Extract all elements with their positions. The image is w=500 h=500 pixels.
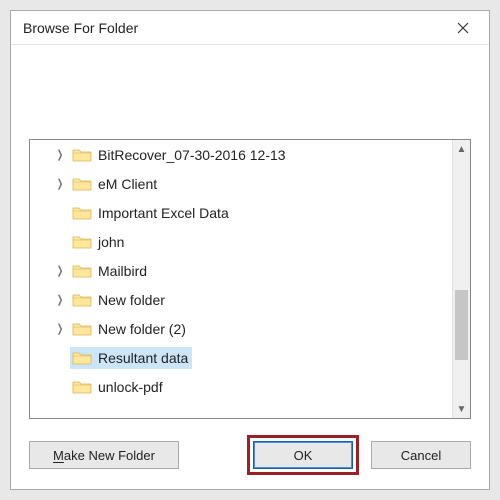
browse-for-folder-dialog: Browse For Folder ❯ BitRecover_07-30-2016… <box>10 10 490 490</box>
folder-icon <box>72 176 92 192</box>
titlebar: Browse For Folder <box>11 11 489 45</box>
folder-icon <box>72 379 92 395</box>
tree-item[interactable]: Important Excel Data <box>32 198 452 227</box>
folder-icon <box>72 205 92 221</box>
tree-item-label: unlock-pdf <box>98 379 163 395</box>
tree-item[interactable]: ❯ BitRecover_07-30-2016 12-13 <box>32 140 452 169</box>
folder-tree-list[interactable]: ❯ BitRecover_07-30-2016 12-13 ❯ eM Client Im… <box>30 140 452 418</box>
tree-item-label: Mailbird <box>98 263 147 279</box>
scroll-up-arrow-icon[interactable]: ▲ <box>453 140 470 158</box>
tree-item-label: Important Excel Data <box>98 205 229 221</box>
tree-item-label: Resultant data <box>98 350 188 366</box>
tree-item-label: BitRecover_07-30-2016 12-13 <box>98 147 286 163</box>
folder-icon <box>72 292 92 308</box>
make-new-folder-button[interactable]: Make New Folder <box>29 441 179 469</box>
tree-item[interactable]: ❯ New folder <box>32 285 452 314</box>
tree-item-label: john <box>98 234 124 250</box>
tree-item[interactable]: Resultant data <box>32 343 452 372</box>
tree-item-label: New folder (2) <box>98 321 186 337</box>
expander-icon[interactable]: ❯ <box>53 256 67 285</box>
tree-item[interactable]: ❯ New folder (2) <box>32 314 452 343</box>
expander-icon[interactable]: ❯ <box>53 285 67 314</box>
tree-item[interactable]: ❯ eM Client <box>32 169 452 198</box>
close-icon <box>457 22 469 34</box>
folder-icon <box>72 147 92 163</box>
tree-item[interactable]: unlock-pdf <box>32 372 452 401</box>
tree-item[interactable]: john <box>32 227 452 256</box>
folder-icon <box>72 263 92 279</box>
folder-icon <box>72 350 92 366</box>
button-row: Make New Folder OK Cancel <box>29 435 471 475</box>
expander-icon[interactable]: ❯ <box>53 140 67 169</box>
ok-button[interactable]: OK <box>253 441 353 469</box>
expander-icon[interactable]: ❯ <box>53 314 67 343</box>
scrollbar[interactable]: ▲ ▼ <box>452 140 470 418</box>
folder-icon <box>72 321 92 337</box>
scroll-thumb[interactable] <box>455 290 468 360</box>
folder-tree: ❯ BitRecover_07-30-2016 12-13 ❯ eM Client Im… <box>29 139 471 419</box>
tree-item[interactable]: ❯ Mailbird <box>32 256 452 285</box>
close-button[interactable] <box>441 13 485 43</box>
expander-icon[interactable]: ❯ <box>53 169 67 198</box>
dialog-body: ❯ BitRecover_07-30-2016 12-13 ❯ eM Client Im… <box>11 45 489 489</box>
scroll-down-arrow-icon[interactable]: ▼ <box>453 400 470 418</box>
cancel-button[interactable]: Cancel <box>371 441 471 469</box>
window-title: Browse For Folder <box>23 20 138 36</box>
tree-item-label: New folder <box>98 292 165 308</box>
ok-button-highlight: OK <box>247 435 359 475</box>
tree-item-label: eM Client <box>98 176 157 192</box>
folder-icon <box>72 234 92 250</box>
